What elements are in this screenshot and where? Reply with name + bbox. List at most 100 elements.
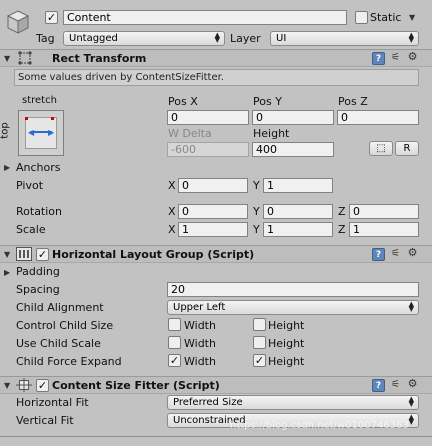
static-label: Static — [370, 11, 402, 24]
dropdown-arrows-icon: ▲ ▼ — [408, 413, 414, 426]
w-delta-input: -600 — [167, 142, 249, 157]
gear-icon[interactable]: ⚙ — [406, 378, 419, 391]
blueprint-icon: ⬚ — [376, 143, 386, 154]
blueprint-mode-button[interactable]: ⬚ — [369, 141, 393, 156]
spacing-input[interactable]: 20 — [167, 282, 419, 297]
anchor-preset-top-label: stretch — [22, 95, 57, 106]
content-size-fitter-enabled-checkbox[interactable]: ✓ — [36, 379, 49, 392]
gear-icon[interactable]: ⚙ — [406, 51, 419, 64]
gameobject-active-checkbox[interactable]: ✓ — [45, 11, 58, 24]
horizontal-fit-dropdown[interactable]: Preferred Size ▲ ▼ — [167, 395, 419, 410]
pos-z-label: Pos Z — [338, 95, 368, 108]
axis-z-label: Z — [338, 205, 346, 218]
pos-y-label: Pos Y — [253, 95, 282, 108]
pivot-y-input[interactable]: 1 — [263, 178, 333, 193]
pos-y-input[interactable]: 0 — [252, 110, 334, 125]
width-label: Width — [184, 319, 216, 332]
horizontal-fit-label: Horizontal Fit — [16, 396, 89, 409]
static-dropdown-arrow-icon[interactable]: ▼ — [409, 13, 415, 22]
scale-x-input[interactable]: 1 — [178, 222, 248, 237]
spacing-label: Spacing — [16, 283, 60, 296]
use-child-scale-label: Use Child Scale — [16, 337, 101, 350]
rect-transform-icon — [16, 50, 34, 66]
rotation-z-input[interactable]: 0 — [349, 204, 419, 219]
anchor-preset-side-label: top — [0, 122, 11, 139]
anchors-expand-triangle-icon[interactable]: ▶ — [4, 163, 10, 172]
help-icon[interactable]: ? — [372, 52, 385, 65]
padding-label: Padding — [16, 265, 60, 278]
dropdown-arrows-icon: ▲ ▼ — [214, 31, 220, 44]
pos-x-label: Pos X — [168, 95, 198, 108]
tag-dropdown[interactable]: Untagged ▲ ▼ — [63, 31, 225, 46]
control-child-size-label: Control Child Size — [16, 319, 114, 332]
height-label: Height — [268, 319, 305, 332]
control-child-size-height-checkbox[interactable] — [253, 318, 266, 331]
vertical-fit-label: Vertical Fit — [16, 414, 74, 427]
horizontal-fit-value: Preferred Size — [173, 397, 243, 408]
scale-y-input[interactable]: 1 — [263, 222, 333, 237]
rotation-x-input[interactable]: 0 — [178, 204, 248, 219]
gameobject-cube-icon — [6, 9, 30, 35]
gameobject-name-input[interactable]: Content — [63, 10, 347, 25]
layer-dropdown[interactable]: UI ▲ ▼ — [270, 31, 419, 46]
help-icon[interactable]: ? — [372, 248, 385, 261]
rect-transform-title: Rect Transform — [52, 52, 147, 65]
pos-x-input[interactable]: 0 — [167, 110, 249, 125]
child-alignment-value: Upper Left — [173, 302, 226, 313]
child-force-expand-height-checkbox[interactable]: ✓ — [253, 354, 266, 367]
pivot-x-input[interactable]: 0 — [178, 178, 248, 193]
watermark: https://blog.csdn.net/w0100746363 — [230, 420, 409, 431]
scale-label: Scale — [16, 223, 46, 236]
tag-value: Untagged — [69, 33, 118, 44]
size-fitter-icon — [16, 378, 32, 392]
pos-z-input[interactable]: 0 — [337, 110, 419, 125]
use-child-scale-width-checkbox[interactable] — [168, 336, 181, 349]
dropdown-arrows-icon: ▲ ▼ — [408, 395, 414, 408]
w-delta-label: W Delta — [168, 127, 212, 140]
axis-y-label: Y — [253, 223, 260, 236]
axis-x-label: X — [168, 179, 176, 192]
control-child-size-width-checkbox[interactable] — [168, 318, 181, 331]
scale-z-input[interactable]: 1 — [349, 222, 419, 237]
layer-value: UI — [276, 33, 287, 44]
layout-group-icon — [16, 247, 32, 261]
use-child-scale-height-checkbox[interactable] — [253, 336, 266, 349]
sliders-icon[interactable]: ⚟ — [389, 379, 402, 392]
child-alignment-dropdown[interactable]: Upper Left ▲ ▼ — [167, 300, 419, 315]
layer-label: Layer — [230, 32, 261, 45]
collapse-triangle-icon[interactable]: ▼ — [4, 54, 10, 63]
raw-edit-button[interactable]: R — [395, 141, 419, 156]
static-checkbox[interactable] — [355, 11, 368, 24]
rotation-y-input[interactable]: 0 — [263, 204, 333, 219]
axis-y-label: Y — [253, 205, 260, 218]
width-label: Width — [184, 355, 216, 368]
sliders-icon[interactable]: ⚟ — [389, 248, 402, 261]
rotation-label: Rotation — [16, 205, 63, 218]
height-label: Height — [268, 337, 305, 350]
bottom-divider — [0, 436, 432, 437]
height-input[interactable]: 400 — [252, 142, 334, 157]
dropdown-arrows-icon: ▲ ▼ — [408, 300, 414, 313]
anchors-label: Anchors — [16, 161, 61, 174]
anchor-presets-button[interactable]: ◀ ▶ — [18, 110, 64, 156]
child-alignment-label: Child Alignment — [16, 301, 104, 314]
axis-x-label: X — [168, 223, 176, 236]
collapse-triangle-icon[interactable]: ▼ — [4, 250, 10, 259]
height-label: Height — [268, 355, 305, 368]
dropdown-arrows-icon: ▲ ▼ — [408, 31, 414, 44]
sliders-icon[interactable]: ⚟ — [389, 52, 402, 65]
child-force-expand-width-checkbox[interactable]: ✓ — [168, 354, 181, 367]
axis-x-label: X — [168, 205, 176, 218]
horizontal-layout-enabled-checkbox[interactable]: ✓ — [36, 248, 49, 261]
content-size-fitter-title: Content Size Fitter (Script) — [52, 379, 220, 392]
axis-y-label: Y — [253, 179, 260, 192]
help-icon[interactable]: ? — [372, 379, 385, 392]
horizontal-layout-group-title: Horizontal Layout Group (Script) — [52, 248, 255, 261]
pivot-label: Pivot — [16, 179, 44, 192]
child-force-expand-label: Child Force Expand — [16, 355, 122, 368]
gear-icon[interactable]: ⚙ — [406, 247, 419, 260]
padding-expand-triangle-icon[interactable]: ▶ — [4, 268, 10, 277]
height-label: Height — [253, 127, 290, 140]
collapse-triangle-icon[interactable]: ▼ — [4, 381, 10, 390]
width-label: Width — [184, 337, 216, 350]
